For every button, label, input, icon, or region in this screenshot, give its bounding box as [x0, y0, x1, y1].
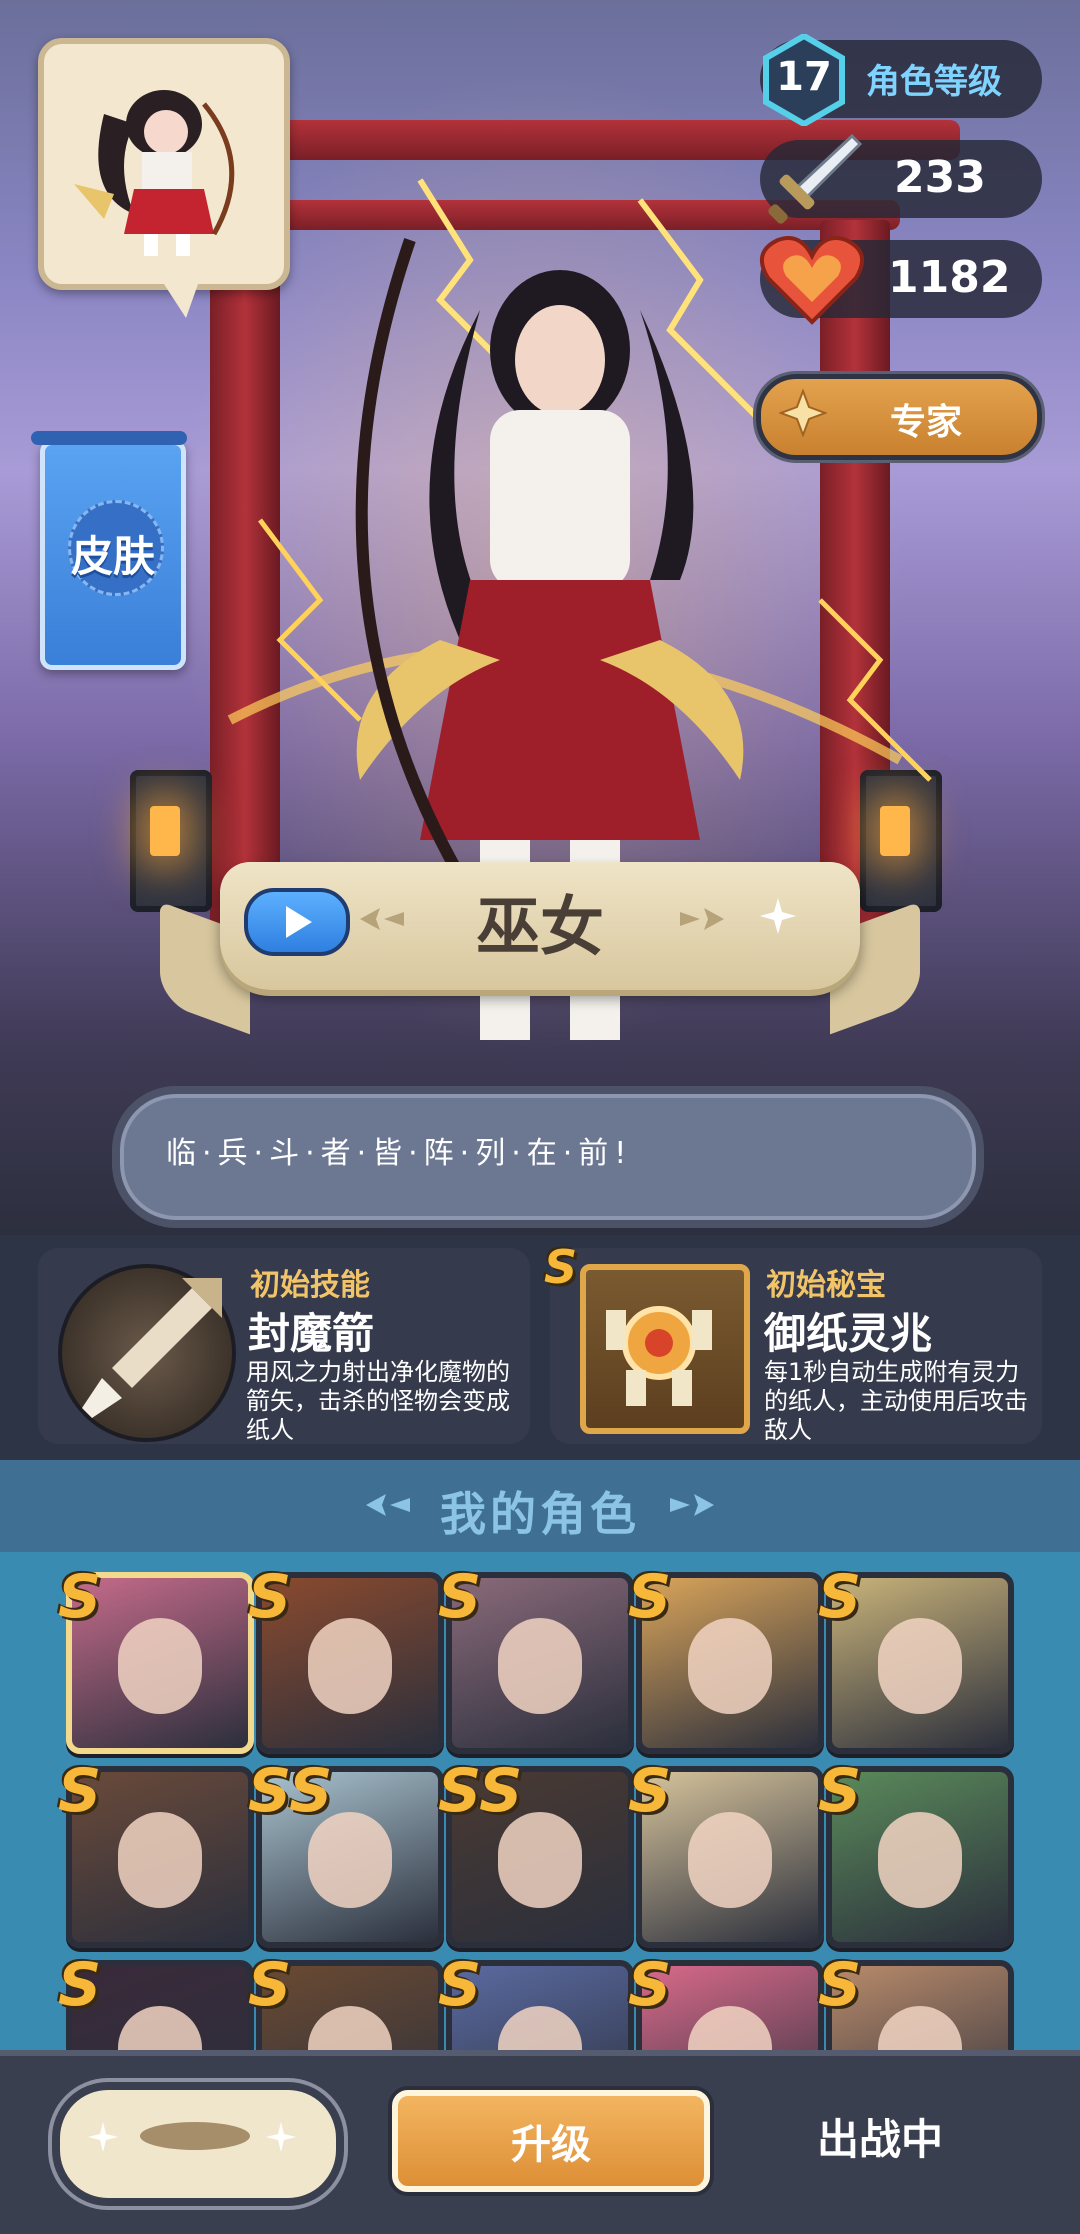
- role-portrait[interactable]: S: [628, 1562, 824, 1754]
- portrait-face: [688, 2006, 772, 2050]
- initial-treasure-name: 御纸灵兆: [764, 1309, 933, 1358]
- treasure-rank-badge: S: [544, 1240, 578, 1294]
- role-portrait[interactable]: SS: [248, 1756, 444, 1948]
- my-roles-title: 我的角色: [440, 1487, 640, 1541]
- portrait-face: [498, 2006, 582, 2050]
- role-rank-badge: S: [818, 1756, 862, 1826]
- paper-talisman-icon: [580, 1264, 750, 1434]
- role-rank-badge: S: [438, 1562, 482, 1632]
- role-rank-badge: S: [628, 1562, 672, 1632]
- role-rank-badge: S: [248, 1562, 292, 1632]
- character-name: 巫女: [476, 891, 604, 965]
- role-portrait[interactable]: S: [58, 1950, 254, 2050]
- role-rank-badge: S: [58, 1756, 102, 1826]
- role-rank-badge: SS: [248, 1756, 333, 1826]
- role-portrait[interactable]: SS: [438, 1756, 634, 1948]
- expert-rank-button[interactable]: 专家: [756, 374, 1042, 460]
- roles-grid: S S S S S S SS SS S S S S S S S: [0, 1552, 1080, 2050]
- arrow-icon: [82, 1278, 222, 1418]
- hp-value: 1182: [888, 252, 1011, 303]
- role-portrait[interactable]: S: [818, 1950, 1014, 2050]
- role-rank-badge: S: [58, 1562, 102, 1632]
- role-rank-badge: S: [248, 1950, 292, 2020]
- role-portrait[interactable]: S: [248, 1950, 444, 2050]
- level-number: 17: [776, 54, 832, 100]
- heart-icon: [759, 236, 865, 325]
- role-portrait[interactable]: S: [628, 1950, 824, 2050]
- cloud-ornament-icon: [140, 2122, 250, 2150]
- portrait-face: [308, 1812, 392, 1908]
- level-label: 角色等级: [866, 62, 1002, 102]
- talisman-icon: [606, 1306, 712, 1406]
- sparkle-icon: [779, 389, 827, 437]
- initial-skill-desc: 用风之力射出净化魔物的箭矢，击杀的怪物会变成纸人: [246, 1358, 510, 1444]
- arrow-skill-icon: [58, 1264, 236, 1442]
- character-quote-box: 临·兵·斗·者·皆·阵·列·在·前!: [112, 1086, 984, 1228]
- role-portrait[interactable]: S: [818, 1756, 1014, 1948]
- initial-skill-section: 初始技能: [250, 1268, 370, 1303]
- initial-treasure-desc: 每1秒自动生成附有灵力的纸人，主动使用后攻击敌人: [764, 1358, 1028, 1444]
- character-quote: 临·兵·斗·者·皆·阵·列·在·前!: [166, 1136, 633, 1171]
- attack-value: 233: [894, 152, 986, 203]
- role-rank-badge: S: [818, 1562, 862, 1632]
- level-badge: 17: [762, 32, 846, 128]
- portrait-face: [878, 1618, 962, 1714]
- role-portrait[interactable]: S: [438, 1562, 634, 1754]
- sparkle-icon: [88, 2122, 118, 2152]
- initial-treasure-card[interactable]: S 初始秘宝 御纸灵兆 每1秒自动生成附有灵力的纸人，主动使用后攻击敌人: [544, 1240, 1042, 1444]
- initial-skill-card[interactable]: 初始技能 封魔箭 用风之力射出净化魔物的箭矢，击杀的怪物会变成纸人: [38, 1248, 530, 1444]
- upgrade-label: 升级: [511, 2122, 591, 2168]
- role-rank-badge: S: [438, 1950, 482, 2020]
- portrait-face: [308, 1618, 392, 1714]
- sparkle-icon: [266, 2122, 296, 2152]
- role-rank-badge: S: [628, 1950, 672, 2020]
- portrait-face: [498, 1618, 582, 1714]
- banner-rod: [31, 431, 187, 445]
- role-portrait[interactable]: S: [58, 1756, 254, 1948]
- portrait-face: [878, 1812, 962, 1908]
- upgrade-button[interactable]: 升级: [392, 2090, 710, 2192]
- role-portrait[interactable]: S: [248, 1562, 444, 1754]
- role-rank-badge: S: [58, 1950, 102, 2020]
- role-rank-badge: S: [628, 1756, 672, 1826]
- role-portrait[interactable]: S: [628, 1756, 824, 1948]
- portrait-face: [498, 1812, 582, 1908]
- initial-treasure-section: 初始秘宝: [766, 1268, 886, 1303]
- pixel-miko-avatar: [74, 90, 235, 256]
- expert-label: 专家: [889, 402, 962, 443]
- skin-button-label: 皮肤: [70, 532, 155, 581]
- sword-icon: [768, 133, 863, 224]
- my-roles-header: 我的角色: [0, 1460, 1080, 1552]
- role-portrait[interactable]: S: [58, 1562, 254, 1754]
- portrait-face: [118, 1812, 202, 1908]
- skin-scroll-button[interactable]: [52, 2082, 344, 2206]
- portrait-face: [118, 1618, 202, 1714]
- role-portrait[interactable]: S: [438, 1950, 634, 2050]
- initial-skill-name: 封魔箭: [248, 1309, 375, 1358]
- ornament-right-icon: [670, 1494, 714, 1516]
- deployed-status: 出战中: [816, 2115, 943, 2164]
- role-rank-badge: S: [818, 1950, 862, 2020]
- character-avatar[interactable]: [38, 38, 290, 318]
- portrait-face: [118, 2006, 202, 2050]
- portrait-face: [878, 2006, 962, 2050]
- portrait-face: [308, 2006, 392, 2050]
- skin-button[interactable]: 皮肤: [31, 431, 187, 670]
- portrait-face: [688, 1812, 772, 1908]
- portrait-face: [688, 1618, 772, 1714]
- role-portrait[interactable]: S: [818, 1562, 1014, 1754]
- role-rank-badge: SS: [438, 1756, 523, 1826]
